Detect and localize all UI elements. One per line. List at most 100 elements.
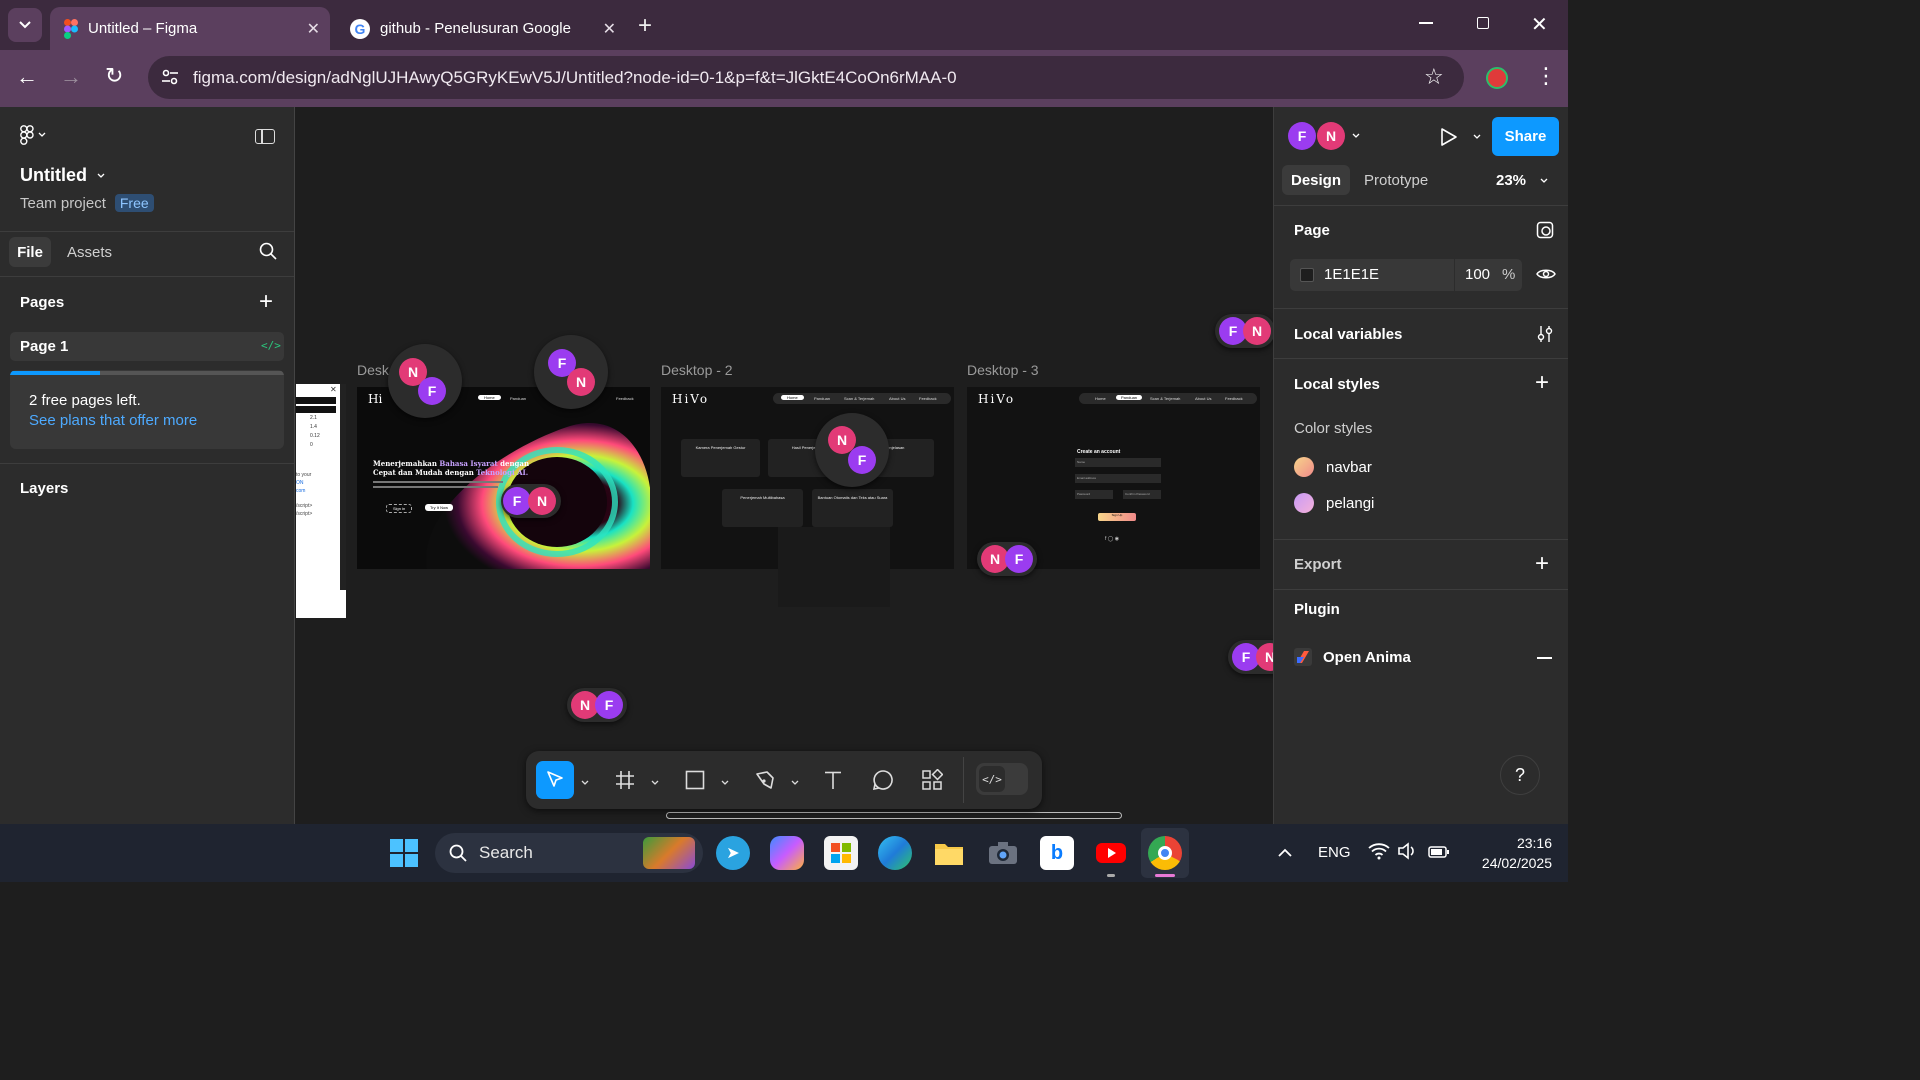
- frame3-social-icons: f ◯ ◉: [1105, 536, 1120, 542]
- chevron-down-icon[interactable]: [721, 773, 729, 791]
- dev-mode-toggle[interactable]: </>: [976, 763, 1028, 795]
- frame2-card: Penerjemah Multibahasa: [722, 489, 803, 527]
- frame-label-desktop-1[interactable]: Desk: [357, 362, 389, 378]
- frame3-signup-button: Sign Up: [1098, 513, 1136, 521]
- remove-plugin-icon[interactable]: [1537, 657, 1552, 659]
- tools-toolbar: </>: [526, 751, 1042, 809]
- color-style-item[interactable]: navbar: [1294, 457, 1372, 477]
- see-plans-link[interactable]: See plans that offer more: [29, 412, 197, 429]
- minimize-icon[interactable]: [1419, 22, 1433, 24]
- chevron-down-icon[interactable]: [791, 773, 799, 791]
- partial-popup-window: ✕ 2.1 1.4 0.12 0 to your ON com /script>…: [296, 384, 346, 618]
- toggle-sidebar-icon[interactable]: [255, 129, 275, 144]
- page-item-page-1[interactable]: Page 1 </>: [10, 332, 284, 361]
- taskbar-search-box[interactable]: Search: [435, 833, 703, 873]
- edge-browser-icon[interactable]: [878, 836, 912, 870]
- eye-visibility-icon[interactable]: [1536, 267, 1556, 281]
- canvas-horizontal-scrollbar[interactable]: [666, 812, 1122, 819]
- tab-assets[interactable]: Assets: [67, 244, 112, 261]
- more-menu-icon[interactable]: ⋮: [1535, 63, 1557, 89]
- main-menu-button[interactable]: [20, 125, 46, 145]
- youtube-icon[interactable]: [1094, 836, 1128, 870]
- volume-icon[interactable]: [1398, 842, 1418, 865]
- chevron-up-icon[interactable]: [1278, 844, 1292, 862]
- frame-desktop-1[interactable]: Hi Home Panduan Feedback Menerjemahkan B…: [357, 387, 650, 569]
- text-tool-button[interactable]: [814, 761, 852, 799]
- add-style-icon[interactable]: +: [1535, 369, 1549, 397]
- frame-tool-button[interactable]: [606, 761, 644, 799]
- chrome-icon[interactable]: [1148, 836, 1182, 870]
- page-settings-icon[interactable]: [1536, 221, 1554, 239]
- windows-start-icon[interactable]: [387, 836, 421, 870]
- free-pages-notice: 2 free pages left.: [29, 392, 141, 409]
- close-icon[interactable]: ✕: [603, 19, 616, 39]
- share-button[interactable]: Share: [1492, 117, 1559, 156]
- page-color-hex[interactable]: 1E1E1E: [1324, 266, 1379, 283]
- page-color-field[interactable]: 1E1E1E 100 %: [1290, 259, 1522, 291]
- clock[interactable]: 23:16 24/02/2025: [1462, 833, 1552, 873]
- reload-icon[interactable]: ↻: [105, 63, 123, 89]
- wifi-icon[interactable]: [1368, 842, 1390, 865]
- frame2-nav-scan: Scan & Terjemah: [844, 396, 875, 401]
- profile-avatar[interactable]: [1486, 67, 1508, 89]
- new-tab-button[interactable]: +: [638, 12, 652, 40]
- collaborator-cursor: F N: [501, 484, 561, 518]
- popup-code: to your: [296, 472, 312, 478]
- restore-icon[interactable]: [1477, 17, 1489, 29]
- address-bar[interactable]: figma.com/design/adNglUJHAwyQ5GRyKEwV5J/…: [148, 56, 1464, 99]
- file-title: Untitled: [20, 165, 87, 185]
- move-tool-button[interactable]: [536, 761, 574, 799]
- bookmark-star-icon[interactable]: ☆: [1424, 64, 1444, 90]
- close-window-icon[interactable]: ✕: [1531, 12, 1548, 37]
- present-play-icon[interactable]: [1440, 127, 1458, 147]
- frame-label-desktop-3[interactable]: Desktop - 3: [967, 362, 1039, 378]
- frame2-nav-panduan: Panduan: [814, 396, 831, 401]
- frame1-nav-panduan: Panduan: [510, 396, 527, 401]
- telegram-icon[interactable]: ➤: [716, 836, 750, 870]
- tab-figma[interactable]: Untitled – Figma ✕: [50, 7, 330, 50]
- tab-design[interactable]: Design: [1282, 165, 1350, 195]
- chevron-down-icon[interactable]: [651, 773, 659, 791]
- forward-icon[interactable]: →: [60, 64, 82, 90]
- chevron-down-icon[interactable]: [1473, 134, 1481, 140]
- tab-file[interactable]: File: [9, 237, 51, 267]
- color-style-item[interactable]: pelangi: [1294, 493, 1374, 513]
- comment-tool-button[interactable]: [864, 761, 902, 799]
- project-line: Team project Free: [20, 194, 154, 212]
- page-color-swatch[interactable]: [1300, 268, 1314, 282]
- microsoft-store-icon[interactable]: [824, 836, 858, 870]
- battery-icon[interactable]: [1428, 845, 1450, 863]
- search-icon[interactable]: [259, 242, 277, 260]
- tab-prototype[interactable]: Prototype: [1364, 172, 1428, 189]
- zoom-dropdown[interactable]: 23%: [1496, 172, 1548, 189]
- plugin-item-open-anima[interactable]: Open Anima: [1294, 648, 1411, 666]
- multiplayer-avatars[interactable]: F N: [1288, 122, 1368, 152]
- file-explorer-icon[interactable]: [932, 836, 966, 870]
- design-canvas[interactable]: ✕ 2.1 1.4 0.12 0 to your ON com /script>…: [296, 107, 1273, 824]
- add-export-icon[interactable]: +: [1535, 550, 1549, 578]
- local-variables-title[interactable]: Local variables: [1294, 326, 1402, 343]
- frame-label-desktop-2[interactable]: Desktop - 2: [661, 362, 733, 378]
- chevron-down-icon[interactable]: [581, 773, 589, 791]
- close-icon[interactable]: ✕: [307, 19, 320, 39]
- tab-list-dropdown-button[interactable]: [8, 8, 42, 42]
- frame1-signin-button: Sign in: [386, 504, 413, 513]
- add-page-icon[interactable]: +: [259, 288, 273, 316]
- language-indicator[interactable]: ENG: [1318, 844, 1351, 861]
- variables-sliders-icon[interactable]: [1537, 325, 1553, 343]
- project-name[interactable]: Team project: [20, 195, 106, 212]
- rectangle-tool-button[interactable]: [676, 761, 714, 799]
- page-opacity[interactable]: 100: [1465, 266, 1490, 283]
- camera-icon[interactable]: [986, 836, 1020, 870]
- frame3-nav-scan: Scan & Terjemah: [1150, 396, 1181, 401]
- help-button[interactable]: ?: [1500, 755, 1540, 795]
- actions-tool-button[interactable]: [913, 761, 951, 799]
- tab-google[interactable]: G github - Penelusuran Google ✕: [336, 7, 626, 50]
- file-name[interactable]: Untitled: [20, 165, 105, 186]
- bing-icon[interactable]: b: [1040, 836, 1074, 870]
- back-icon[interactable]: ←: [16, 64, 38, 90]
- pen-tool-button[interactable]: [746, 761, 784, 799]
- copilot-icon[interactable]: [770, 836, 804, 870]
- dev-mode-icon: </>: [261, 339, 281, 352]
- site-settings-icon[interactable]: [161, 68, 179, 91]
